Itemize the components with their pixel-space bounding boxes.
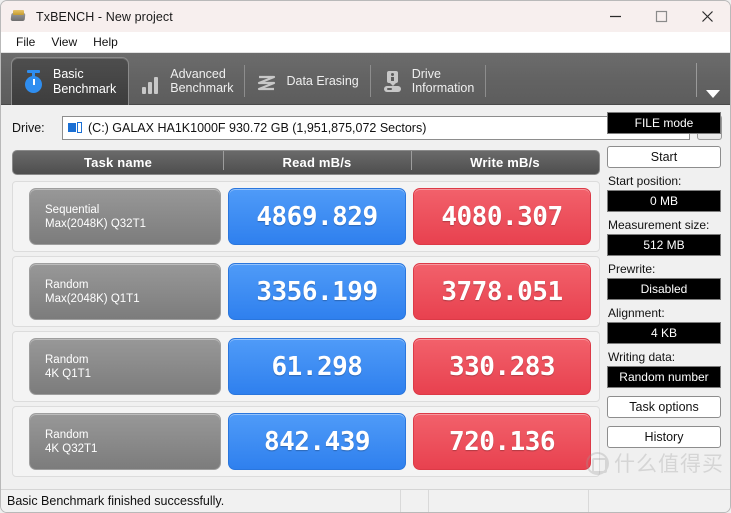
tab-drive-information[interactable]: Drive Information [371, 57, 487, 105]
task-name-line1: Random [45, 353, 220, 367]
tab-basic-benchmark[interactable]: Basic Benchmark [11, 57, 129, 105]
close-icon[interactable] [684, 1, 730, 32]
status-bar: Basic Benchmark finished successfully. [1, 489, 730, 512]
table-row: Sequential Max(2048K) Q32T1 4869.829 408… [12, 181, 600, 252]
task-name-line1: Sequential [45, 203, 220, 217]
column-header-read: Read mB/s [223, 155, 411, 170]
task-name-line2: Max(2048K) Q1T1 [45, 292, 220, 306]
status-cell-3 [429, 490, 589, 513]
status-message: Basic Benchmark finished successfully. [1, 490, 401, 513]
drive-select[interactable]: (C:) GALAX HA1K1000F 930.72 GB (1,951,87… [62, 116, 690, 140]
column-header-task-name: Task name [13, 155, 223, 170]
writing-data-value[interactable]: Random number [607, 366, 721, 388]
results-table-header: Task name Read mB/s Write mB/s [12, 150, 600, 175]
tab-drive-information-label: Drive Information [412, 67, 475, 96]
task-name-line1: Random [45, 428, 220, 442]
menu-item-view[interactable]: View [43, 33, 85, 51]
status-cell-2 [401, 490, 429, 513]
alignment-label: Alignment: [608, 306, 723, 320]
measurement-size-value[interactable]: 512 MB [607, 234, 721, 256]
history-button[interactable]: History [607, 426, 721, 448]
window-title: TxBENCH - New project [36, 10, 173, 24]
wave-icon [255, 68, 279, 94]
write-value: 3778.051 [413, 263, 591, 320]
task-button[interactable]: Random Max(2048K) Q1T1 [29, 263, 221, 320]
task-button[interactable]: Random 4K Q1T1 [29, 338, 221, 395]
alignment-value[interactable]: 4 KB [607, 322, 721, 344]
prewrite-value[interactable]: Disabled [607, 278, 721, 300]
drive-app-icon [10, 9, 27, 24]
tab-advanced-benchmark[interactable]: Advanced Benchmark [129, 57, 245, 105]
table-row: Random 4K Q1T1 61.298 330.283 [12, 331, 600, 402]
file-mode-button[interactable]: FILE mode [607, 112, 721, 134]
read-value: 61.298 [228, 338, 406, 395]
maximize-icon[interactable] [638, 1, 684, 32]
minimize-icon[interactable] [592, 1, 638, 32]
txbench-window: TxBENCH - New project File View Help Bas… [0, 0, 731, 513]
start-button[interactable]: Start [607, 146, 721, 168]
results-panel: Task name Read mB/s Write mB/s Sequentia… [12, 150, 600, 475]
tab-overflow-button[interactable] [696, 57, 730, 104]
start-position-value[interactable]: 0 MB [607, 190, 721, 212]
task-button[interactable]: Random 4K Q32T1 [29, 413, 221, 470]
start-position-label: Start position: [608, 174, 723, 188]
drive-icon [68, 122, 82, 134]
task-name-line1: Random [45, 278, 220, 292]
tab-advanced-benchmark-label: Advanced Benchmark [170, 67, 233, 96]
watermark-text: 什么值得买 [614, 448, 724, 478]
read-value: 842.439 [228, 413, 406, 470]
measurement-size-label: Measurement size: [608, 218, 723, 232]
task-button[interactable]: Sequential Max(2048K) Q32T1 [29, 188, 221, 245]
read-value: 3356.199 [228, 263, 406, 320]
write-value: 4080.307 [413, 188, 591, 245]
prewrite-label: Prewrite: [608, 262, 723, 276]
menu-item-help[interactable]: Help [85, 33, 126, 51]
title-bar: TxBENCH - New project [1, 1, 730, 32]
read-value: 4869.829 [228, 188, 406, 245]
main-content: Drive: (C:) GALAX HA1K1000F 930.72 GB (1… [1, 105, 730, 491]
writing-data-label: Writing data: [608, 350, 723, 364]
table-row: Random 4K Q32T1 842.439 720.136 [12, 406, 600, 477]
stopwatch-icon [22, 69, 46, 95]
tab-data-erasing-label: Data Erasing [286, 74, 358, 89]
task-name-line2: 4K Q1T1 [45, 367, 220, 381]
window-controls [592, 1, 730, 32]
task-name-line2: 4K Q32T1 [45, 442, 220, 456]
options-sidebar: FILE mode Start Start position: 0 MB Mea… [607, 112, 723, 448]
drive-info-icon [381, 68, 405, 94]
drive-label: Drive: [12, 121, 56, 135]
tab-basic-benchmark-label: Basic Benchmark [53, 67, 116, 96]
drive-select-value: (C:) GALAX HA1K1000F 930.72 GB (1,951,87… [88, 121, 673, 135]
tab-strip: Basic Benchmark Advanced Benchmark Data … [1, 53, 730, 105]
watermark: 什么值得买 [586, 448, 724, 478]
menu-item-file[interactable]: File [8, 33, 43, 51]
chevron-down-icon [706, 90, 720, 98]
menu-bar: File View Help [1, 32, 730, 53]
task-name-line2: Max(2048K) Q32T1 [45, 217, 220, 231]
column-header-write: Write mB/s [411, 155, 599, 170]
write-value: 720.136 [413, 413, 591, 470]
bar-chart-icon [139, 68, 163, 94]
tab-data-erasing[interactable]: Data Erasing [245, 57, 370, 105]
write-value: 330.283 [413, 338, 591, 395]
table-row: Random Max(2048K) Q1T1 3356.199 3778.051 [12, 256, 600, 327]
task-options-button[interactable]: Task options [607, 396, 721, 418]
